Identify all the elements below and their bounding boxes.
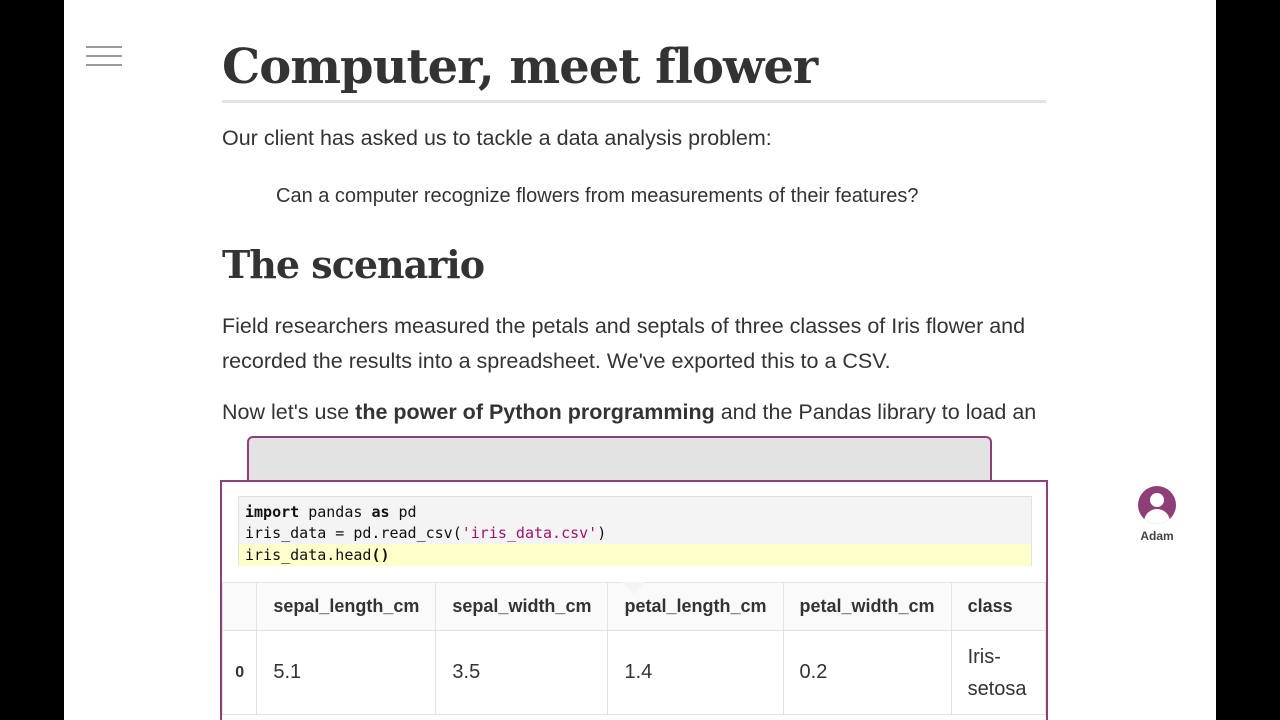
output-pointer — [622, 582, 646, 594]
column-header: sepal_length_cm — [256, 582, 437, 631]
code-cell[interactable]: import pandas as pd iris_data = pd.read_… — [220, 480, 1048, 720]
pandas-paragraph-bold: the power of Python prorgramming — [355, 400, 715, 424]
code-line-1[interactable]: import pandas as pd — [245, 501, 1031, 523]
table-cell: 0.2 — [782, 630, 952, 715]
code-parens: () — [371, 546, 390, 564]
column-header-index — [222, 582, 258, 631]
keyword-as: as — [371, 503, 390, 521]
title-divider — [222, 100, 1046, 103]
column-header: class — [950, 582, 1046, 631]
user-name: Adam — [1140, 529, 1174, 543]
page-title: Computer, meet flower — [222, 39, 818, 95]
column-header: petal_width_cm — [782, 582, 952, 631]
table-cell: 3.5 — [435, 630, 609, 715]
code-editor[interactable]: import pandas as pd iris_data = pd.read_… — [238, 496, 1032, 566]
table-cell: 1.4 — [607, 630, 784, 715]
problem-quote: Can a computer recognize flowers from me… — [276, 185, 919, 207]
pandas-paragraph: Now let's use the power of Python prorgr… — [222, 395, 1052, 430]
user-avatar-icon[interactable] — [1138, 486, 1176, 524]
table-cell: 5.1 — [256, 630, 437, 715]
code-string: 'iris_data.csv' — [461, 524, 598, 542]
dataframe-table: sepal_length_cm sepal_width_cm petal_len… — [222, 582, 1046, 715]
column-header: sepal_width_cm — [435, 582, 609, 631]
section-heading: The scenario — [222, 242, 485, 287]
pandas-paragraph-start: Now let's use — [222, 400, 356, 424]
code-text: ) — [597, 524, 607, 542]
table-cell: Iris-setosa — [950, 630, 1046, 715]
cell-output: sepal_length_cm sepal_width_cm petal_len… — [222, 582, 1046, 720]
code-text: pandas — [299, 503, 372, 521]
table-row: 0 5.1 3.5 1.4 0.2 Iris-setosa — [222, 630, 1046, 715]
code-text: iris_data = pd.read_csv( — [245, 524, 462, 542]
keyword-import: import — [245, 503, 300, 521]
code-line-3-active[interactable]: iris_data.head() — [239, 544, 1031, 566]
scenario-paragraph: Field researchers measured the petals an… — [222, 314, 1026, 373]
hamburger-menu-icon[interactable] — [86, 46, 122, 68]
intro-paragraph: Our client has asked us to tackle a data… — [222, 126, 772, 150]
row-index: 0 — [222, 630, 258, 715]
pandas-paragraph-end: and the Pandas library to load an — [714, 400, 1037, 424]
notebook-page: Computer, meet flower Our client has ask… — [64, 0, 1216, 720]
code-line-2[interactable]: iris_data = pd.read_csv('iris_data.csv') — [245, 522, 1031, 544]
code-text: pd — [389, 503, 417, 521]
code-text: iris_data.head — [245, 546, 372, 564]
